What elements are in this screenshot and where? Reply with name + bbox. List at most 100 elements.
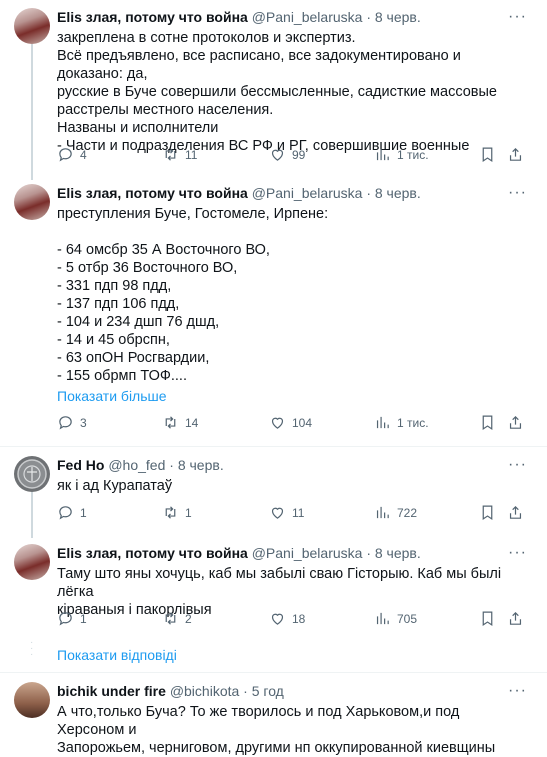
- tweet-text: преступления Буче, Гостомеле, Ирпене: - …: [57, 206, 329, 384]
- share-icon: [509, 415, 522, 429]
- tweet[interactable]: Fed Ho @ho_fed · 8 черв. як і ад Курапат…: [0, 456, 547, 536]
- tweet-actions: 3 14 104 1 тис.: [57, 414, 527, 434]
- reply-count: 3: [80, 415, 87, 430]
- thread-dots: · · ·: [30, 637, 34, 660]
- reply-button[interactable]: 1: [57, 504, 87, 521]
- avatar[interactable]: [14, 184, 50, 220]
- reply-button[interactable]: 3: [57, 414, 87, 431]
- share-icon: [509, 611, 522, 625]
- tweet-content: Fed Ho @ho_fed · 8 черв. як і ад Курапат…: [57, 456, 527, 495]
- views-button[interactable]: 1 тис.: [374, 146, 429, 163]
- retweet-count: 1: [185, 505, 192, 520]
- bookmark-button[interactable]: [479, 146, 496, 163]
- more-options-icon[interactable]: ···: [508, 544, 527, 562]
- share-icon: [509, 505, 522, 519]
- show-more-link[interactable]: Показати більше: [57, 388, 527, 404]
- author-name[interactable]: Elis злая, потому что война: [57, 545, 248, 561]
- tweet-content: Elis злая, потому что война @Pani_belaru…: [57, 184, 527, 404]
- reply-count: 1: [80, 611, 87, 626]
- like-count: 99: [292, 147, 306, 162]
- views-count: 705: [397, 611, 418, 626]
- tweet-content: bichik under fire @bichikota · 5 год А ч…: [57, 682, 527, 757]
- like-button[interactable]: 99: [269, 146, 305, 163]
- tweet-header: Elis злая, потому что война @Pani_belaru…: [57, 184, 527, 202]
- show-replies-link[interactable]: Показати відповіді: [57, 647, 177, 663]
- retweet-count: 2: [185, 611, 192, 626]
- views-button[interactable]: 705: [374, 610, 417, 627]
- tweet-header: Elis злая, потому что война @Pani_belaru…: [57, 544, 527, 562]
- share-icon: [509, 147, 522, 161]
- tweet-header: Fed Ho @ho_fed · 8 черв.: [57, 456, 527, 474]
- like-button[interactable]: 104: [269, 414, 312, 431]
- heart-icon: [271, 507, 284, 519]
- retweet-icon: [165, 506, 176, 519]
- tweet-text: А что,только Буча? То же творилось и под…: [57, 704, 496, 756]
- avatar[interactable]: [14, 544, 50, 580]
- like-button[interactable]: 18: [269, 610, 305, 627]
- tweet-date[interactable]: · 8 черв.: [366, 185, 420, 201]
- bookmark-button[interactable]: [479, 414, 496, 431]
- author-handle[interactable]: @Pani_belaruska: [252, 545, 363, 561]
- tweet-actions: 4 11 99 1 тис.: [57, 146, 527, 166]
- author-handle[interactable]: @Pani_belaruska: [252, 9, 363, 25]
- views-button[interactable]: 722: [374, 504, 417, 521]
- heart-icon: [271, 613, 284, 625]
- avatar[interactable]: [14, 682, 50, 718]
- tweet-actions: 1 2 18 705: [57, 610, 527, 630]
- reply-count: 1: [80, 505, 87, 520]
- views-chart-icon: [376, 612, 389, 625]
- reply-icon: [59, 506, 72, 520]
- author-name[interactable]: Elis злая, потому что война: [57, 185, 248, 201]
- tweet-date[interactable]: · 8 черв.: [169, 457, 223, 473]
- bookmark-icon: [482, 415, 493, 431]
- avatar[interactable]: [14, 8, 50, 44]
- more-options-icon[interactable]: ···: [508, 456, 527, 474]
- share-button[interactable]: [507, 146, 524, 163]
- retweet-button[interactable]: 14: [162, 414, 198, 431]
- reply-button[interactable]: 4: [57, 146, 87, 163]
- share-button[interactable]: [507, 414, 524, 431]
- views-chart-icon: [376, 506, 389, 519]
- author-name[interactable]: Fed Ho: [57, 457, 104, 473]
- tweet-date[interactable]: · 8 черв.: [366, 545, 420, 561]
- avatar[interactable]: [14, 456, 50, 492]
- retweet-button[interactable]: 1: [162, 504, 192, 521]
- retweet-icon: [165, 612, 176, 625]
- tweet-date[interactable]: · 8 черв.: [366, 9, 420, 25]
- tweet-header: Elis злая, потому что война @Pani_belaru…: [57, 8, 527, 26]
- coin-emblem-icon: [17, 459, 47, 489]
- heart-icon: [271, 149, 284, 161]
- views-count: 1 тис.: [397, 415, 429, 430]
- more-options-icon[interactable]: ···: [508, 184, 527, 202]
- retweet-icon: [165, 416, 176, 429]
- like-count: 18: [292, 611, 306, 626]
- views-chart-icon: [376, 416, 389, 429]
- reply-icon: [59, 612, 72, 626]
- views-button[interactable]: 1 тис.: [374, 414, 429, 431]
- retweet-button[interactable]: 11: [162, 146, 197, 163]
- share-button[interactable]: [507, 610, 524, 627]
- tweet-date[interactable]: · 5 год: [243, 683, 284, 699]
- author-handle[interactable]: @ho_fed: [108, 457, 165, 473]
- more-options-icon[interactable]: ···: [508, 682, 527, 700]
- author-handle[interactable]: @bichikota: [170, 683, 239, 699]
- share-button[interactable]: [507, 504, 524, 521]
- author-name[interactable]: bichik under fire: [57, 683, 166, 699]
- tweet[interactable]: bichik under fire @bichikota · 5 год А ч…: [0, 682, 547, 756]
- more-options-icon[interactable]: ···: [508, 8, 527, 26]
- like-button[interactable]: 11: [269, 504, 304, 521]
- reply-icon: [59, 416, 72, 430]
- reply-button[interactable]: 1: [57, 610, 87, 627]
- author-name[interactable]: Elis злая, потому что война: [57, 9, 248, 25]
- tweet-header: bichik under fire @bichikota · 5 год: [57, 682, 527, 700]
- like-count: 11: [292, 505, 305, 520]
- retweet-button[interactable]: 2: [162, 610, 192, 627]
- author-handle[interactable]: @Pani_belaruska: [252, 185, 363, 201]
- bookmark-button[interactable]: [479, 504, 496, 521]
- tweet-actions: 1 1 11 722: [57, 504, 527, 524]
- tweet[interactable]: Elis злая, потому что война @Pani_belaru…: [0, 184, 547, 444]
- bookmark-icon: [482, 147, 493, 163]
- tweet-content: Elis злая, потому что война @Pani_belaru…: [57, 8, 527, 155]
- heart-icon: [271, 417, 284, 429]
- bookmark-button[interactable]: [479, 610, 496, 627]
